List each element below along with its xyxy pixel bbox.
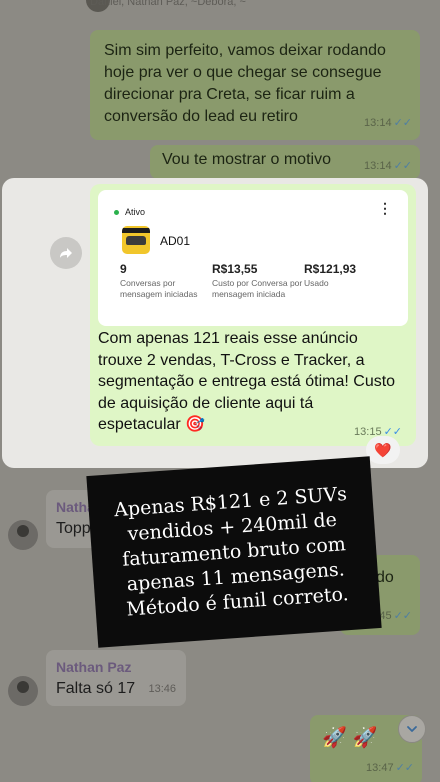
outgoing-message[interactable]: Sim sim perfeito, vamos deixar rodando h… xyxy=(90,30,420,140)
scroll-down-button[interactable] xyxy=(398,715,426,743)
read-ticks-icon: ✓✓ xyxy=(393,160,412,172)
active-dot-icon xyxy=(114,209,119,215)
read-ticks-icon: ✓✓ xyxy=(393,610,412,622)
message-time: 13:14 ✓✓ xyxy=(364,160,412,172)
status-badge: Ativo xyxy=(114,207,145,217)
message-text: Com apenas 121 reais esse anúncio trouxe… xyxy=(98,330,396,433)
overlay-caption: Apenas R$121 e 2 SUVs vendidos + 240mil … xyxy=(86,456,382,648)
ad-name: AD01 xyxy=(160,234,191,248)
stat-cost-per-conversation: R$13,55 Custo por Conversa por mensagem … xyxy=(212,262,303,299)
message-text: 🚀 🚀 xyxy=(322,727,378,749)
ad-report-card[interactable]: Ativo ⋮ AD01 9 Conversas por mensagem in… xyxy=(98,190,408,326)
outgoing-message[interactable]: Vou te mostrar o motivo 13:14 ✓✓ xyxy=(150,145,420,179)
read-ticks-icon: ✓✓ xyxy=(393,117,412,129)
avatar[interactable] xyxy=(8,520,38,550)
message-time: 13:14 ✓✓ xyxy=(364,117,412,129)
message-time: 13:47 ✓✓ xyxy=(366,762,414,774)
stat-conversations: 9 Conversas por mensagem iniciadas xyxy=(120,262,198,299)
share-forward-icon xyxy=(60,248,72,258)
stat-spent: R$121,93 Usado xyxy=(304,262,357,288)
chat-participants: Daniel, Nathan Paz, ~Débora, ~ xyxy=(90,0,246,8)
more-options-icon[interactable]: ⋮ xyxy=(378,200,392,217)
message-time: 13:46 xyxy=(148,683,176,695)
avatar[interactable] xyxy=(8,676,38,706)
caption-text: Apenas R$121 e 2 SUVs vendidos + 240mil … xyxy=(113,482,350,621)
sender-name: Nathan Paz xyxy=(56,659,132,675)
read-ticks-icon: ✓✓ xyxy=(395,762,414,774)
incoming-message[interactable]: Nathan Paz Falta só 17 13:46 xyxy=(46,650,186,706)
message-text: Vou te mostrar o motivo xyxy=(162,151,331,168)
chevron-down-icon xyxy=(407,726,417,732)
heart-reaction-icon[interactable]: ❤️ xyxy=(366,436,400,464)
share-button[interactable] xyxy=(50,237,82,269)
message-text: Sim sim perfeito, vamos deixar rodando h… xyxy=(104,42,386,125)
ad-thumbnail xyxy=(122,226,150,254)
highlighted-outgoing-message[interactable]: Ativo ⋮ AD01 9 Conversas por mensagem in… xyxy=(90,184,416,446)
